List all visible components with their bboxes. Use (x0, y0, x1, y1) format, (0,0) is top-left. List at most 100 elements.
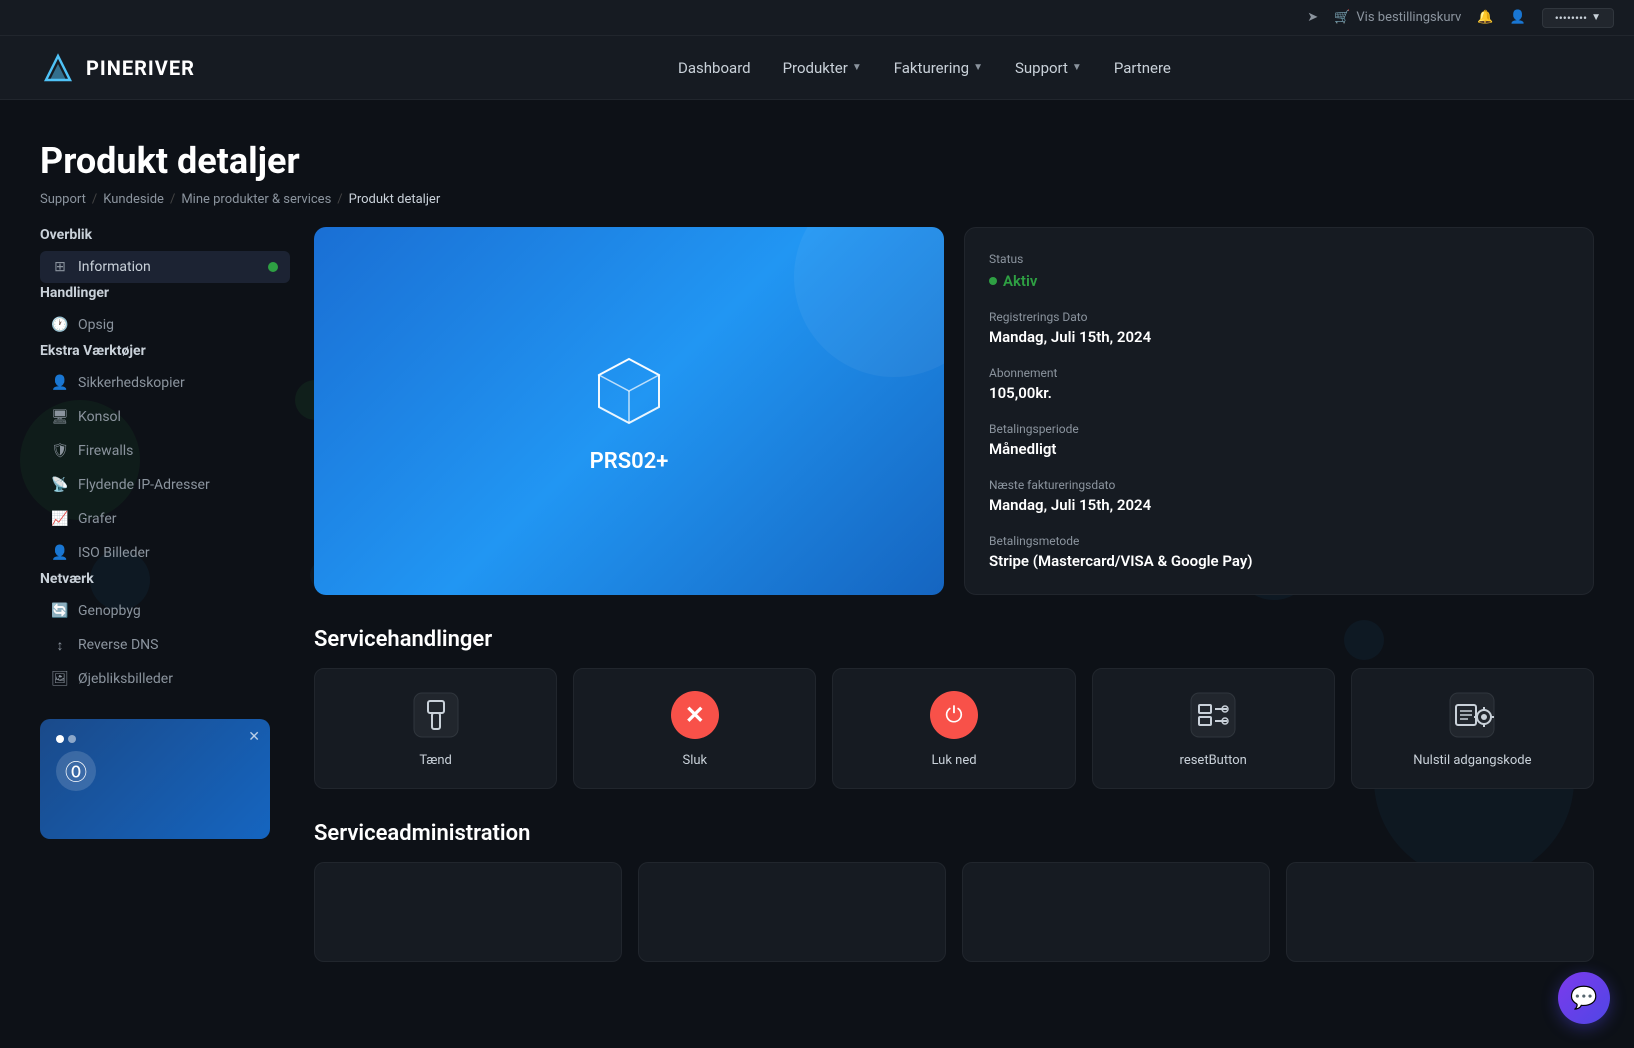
breadcrumb-support[interactable]: Support (40, 192, 86, 207)
admin-card-2 (638, 862, 946, 962)
sidebar-reverse-dns-label: Reverse DNS (78, 637, 158, 653)
sidebar-item-information[interactable]: ⊞ Information (40, 251, 290, 283)
product-name: PRS02+ (590, 449, 669, 474)
chat-button[interactable]: 💬 (1558, 972, 1610, 1024)
action-luk-ned[interactable]: ⏻ Luk ned (832, 668, 1075, 789)
nav-billing-label: Fakturering (894, 59, 969, 77)
subscription-value: 105,00kr. (989, 384, 1569, 402)
content-area: PRS02+ Status Aktiv Registrerings Dato M… (314, 227, 1594, 962)
action-taend[interactable]: Tænd (314, 668, 557, 789)
logo[interactable]: PINERIVER (40, 50, 195, 86)
sidebar-item-opsig[interactable]: 🕐 Opsig (40, 309, 290, 341)
grid-icon: ⊞ (52, 259, 68, 275)
main-layout: Overblik ⊞ Information Handlinger 🕐 Opsi… (0, 227, 1634, 1002)
product-info-card: Status Aktiv Registrerings Dato Mandag, … (964, 227, 1594, 595)
sidebar-item-backup[interactable]: 👤 Sikkerhedskopier (40, 367, 290, 399)
admin-card-1 (314, 862, 622, 962)
sidebar-item-grafer[interactable]: 📈 Grafer (40, 503, 290, 535)
sidebar-overblik-title: Overblik (40, 227, 290, 243)
breadcrumb-products[interactable]: Mine produkter & services (181, 192, 331, 207)
topbar-cart[interactable]: 🛒 Vis bestillingskurv (1334, 10, 1461, 25)
sidebar-iso-label: ISO Billeder (78, 545, 150, 561)
sluk-label: Sluk (682, 753, 707, 768)
topbar-bell[interactable]: 🔔 (1477, 10, 1493, 25)
admin-card-3 (962, 862, 1270, 962)
sidebar-ekstra-title: Ekstra Værktøjer (40, 343, 290, 359)
service-admin-section: Serviceadministration (314, 821, 1594, 962)
action-reset-password[interactable]: Nulstil adgangskode (1351, 668, 1594, 789)
service-admin-title: Serviceadministration (314, 821, 1594, 846)
mini-dot-1 (56, 735, 64, 743)
sidebar-item-firewalls[interactable]: 🛡 Firewalls (40, 435, 290, 467)
topbar: ➤ 🛒 Vis bestillingskurv 🔔 👤 •••••••• ▼ (0, 0, 1634, 36)
sidebar-information-label: Information (78, 259, 151, 275)
sidebar-item-floating-ip[interactable]: 📡 Flydende IP-Adresser (40, 469, 290, 501)
nav-partners[interactable]: Partnere (1114, 59, 1171, 77)
chat-icon: 💬 (1570, 986, 1597, 1011)
luk-ned-label: Luk ned (931, 753, 976, 768)
sidebar-item-genopbyg[interactable]: 🔄 Genopbyg (40, 595, 290, 627)
sidebar-item-iso[interactable]: 👤 ISO Billeder (40, 537, 290, 569)
nav-support[interactable]: Support ▼ (1015, 59, 1082, 77)
nav-products[interactable]: Produkter ▼ (783, 59, 862, 77)
user-label: •••••••• (1555, 11, 1587, 25)
nav-support-label: Support (1015, 59, 1068, 77)
reg-date-value: Mandag, Juli 15th, 2024 (989, 328, 1569, 346)
arrow-icon: ➤ (1307, 10, 1318, 25)
sidebar-item-konsol[interactable]: 🖥 Konsol (40, 401, 290, 433)
breadcrumb-kundeside[interactable]: Kundeside (103, 192, 164, 207)
taend-label: Tænd (419, 753, 452, 768)
mini-card-close-button[interactable]: ✕ (248, 729, 260, 745)
cube-icon (589, 349, 669, 429)
topbar-arrow[interactable]: ➤ (1307, 10, 1318, 25)
sidebar-information-badge (268, 262, 278, 272)
actions-grid: Tænd ✕ Sluk ⏻ Luk ned (314, 668, 1594, 789)
nav-billing[interactable]: Fakturering ▼ (894, 59, 983, 77)
topbar-user-icon[interactable]: 👤 (1510, 10, 1526, 25)
subscription-row: Abonnement 105,00kr. (989, 366, 1569, 402)
key-settings-icon (1446, 689, 1498, 741)
next-billing-label: Næste faktureringsdato (989, 478, 1569, 492)
product-visual-card: PRS02+ (314, 227, 944, 595)
user-avatar-icon: 👤 (1510, 10, 1526, 25)
action-reset[interactable]: resetButton (1092, 668, 1335, 789)
nav-dashboard-label: Dashboard (678, 59, 751, 77)
breadcrumb: Support / Kundeside / Mine produkter & s… (40, 192, 1594, 207)
reg-date-row: Registrerings Dato Mandag, Juli 15th, 20… (989, 310, 1569, 346)
mini-card-dots (56, 735, 254, 743)
service-actions-section: Servicehandlinger Tænd (314, 627, 1594, 789)
clock-icon: 🕐 (52, 317, 68, 333)
service-actions-title: Servicehandlinger (314, 627, 1594, 652)
sidebar-item-reverse-dns[interactable]: ↕ Reverse DNS (40, 629, 290, 661)
nav-products-label: Produkter (783, 59, 848, 77)
main-nav: Dashboard Produkter ▼ Fakturering ▼ Supp… (255, 59, 1594, 77)
reset-icon (1187, 689, 1239, 741)
payment-period-value: Månedligt (989, 440, 1569, 458)
status-label: Status (989, 252, 1569, 266)
sidebar-item-snapshots[interactable]: 🖼 Øjebliksbilleder (40, 663, 290, 695)
action-sluk[interactable]: ✕ Sluk (573, 668, 816, 789)
mini-promo-card: ✕ ⓪ (40, 719, 270, 839)
reset-password-label: Nulstil adgangskode (1413, 753, 1531, 768)
breadcrumb-current: Produkt detaljer (349, 192, 441, 207)
sidebar: Overblik ⊞ Information Handlinger 🕐 Opsi… (40, 227, 290, 962)
sidebar-konsol-label: Konsol (78, 409, 121, 425)
logo-icon (40, 50, 76, 86)
sidebar-firewalls-label: Firewalls (78, 443, 133, 459)
subscription-label: Abonnement (989, 366, 1569, 380)
header: PINERIVER Dashboard Produkter ▼ Fakturer… (0, 36, 1634, 100)
sidebar-section-netvaerk: Netværk 🔄 Genopbyg ↕ Reverse DNS 🖼 Øjebl… (40, 571, 290, 695)
sidebar-section-handlinger: Handlinger 🕐 Opsig (40, 285, 290, 341)
status-row: Status Aktiv (989, 252, 1569, 290)
topbar-user-menu[interactable]: •••••••• ▼ (1542, 8, 1614, 28)
reg-date-label: Registrerings Dato (989, 310, 1569, 324)
breadcrumb-sep-1: / (92, 192, 97, 207)
cart-label: Vis bestillingskurv (1356, 10, 1461, 25)
sidebar-handlinger-title: Handlinger (40, 285, 290, 301)
sidebar-backup-label: Sikkerhedskopier (78, 375, 185, 391)
payment-period-label: Betalingsperiode (989, 422, 1569, 436)
nav-dashboard[interactable]: Dashboard (678, 59, 751, 77)
payment-method-label: Betalingsmetode (989, 534, 1569, 548)
breadcrumb-sep-2: / (170, 192, 175, 207)
bell-icon: 🔔 (1477, 10, 1493, 25)
